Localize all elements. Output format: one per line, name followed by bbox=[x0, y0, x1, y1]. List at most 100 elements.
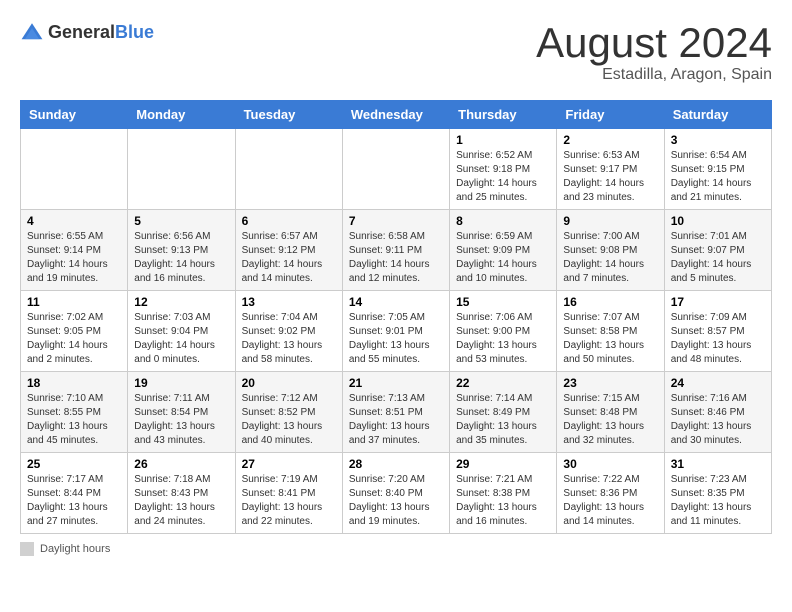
day-info: Sunrise: 6:56 AM Sunset: 9:13 PM Dayligh… bbox=[134, 230, 228, 286]
day-cell bbox=[21, 129, 128, 210]
day-number: 4 bbox=[27, 214, 121, 228]
day-info: Sunrise: 6:58 AM Sunset: 9:11 PM Dayligh… bbox=[349, 230, 443, 286]
day-number: 24 bbox=[671, 376, 765, 390]
day-number: 3 bbox=[671, 133, 765, 147]
day-number: 10 bbox=[671, 214, 765, 228]
day-info: Sunrise: 7:18 AM Sunset: 8:43 PM Dayligh… bbox=[134, 473, 228, 529]
sub-title: Estadilla, Aragon, Spain bbox=[536, 66, 772, 84]
day-cell: 31Sunrise: 7:23 AM Sunset: 8:35 PM Dayli… bbox=[664, 453, 771, 534]
day-info: Sunrise: 7:03 AM Sunset: 9:04 PM Dayligh… bbox=[134, 311, 228, 367]
day-cell: 8Sunrise: 6:59 AM Sunset: 9:09 PM Daylig… bbox=[450, 210, 557, 291]
day-cell: 26 Sunrise: 7:18 AM Sunset: 8:43 PM Dayli… bbox=[128, 453, 235, 534]
day-info: Sunrise: 7:13 AM Sunset: 8:51 PM Dayligh… bbox=[349, 392, 443, 448]
day-cell: 7 Sunrise: 6:58 AM Sunset: 9:11 PM Daylig… bbox=[342, 210, 449, 291]
day-info: Sunrise: 7:12 AM Sunset: 8:52 PM Dayligh… bbox=[242, 392, 336, 448]
week-row-4: 18 Sunrise: 7:10 AM Sunset: 8:55 PM Dayli… bbox=[21, 372, 772, 453]
day-number: 29 bbox=[456, 457, 550, 471]
day-info: Sunrise: 7:16 AM Sunset: 8:46 PM Dayligh… bbox=[671, 392, 765, 448]
header-day-friday: Friday bbox=[557, 101, 664, 129]
day-info: Sunrise: 7:10 AM Sunset: 8:55 PM Dayligh… bbox=[27, 392, 121, 448]
day-cell: 9 Sunrise: 7:00 AM Sunset: 9:08 PM Daylig… bbox=[557, 210, 664, 291]
header: GeneralBlue August 2024 Estadilla, Arago… bbox=[20, 20, 772, 84]
day-number: 18 bbox=[27, 376, 121, 390]
day-cell: 24 Sunrise: 7:16 AM Sunset: 8:46 PM Dayli… bbox=[664, 372, 771, 453]
footer-note: Daylight hours bbox=[20, 542, 772, 556]
day-info: Sunrise: 7:21 AM Sunset: 8:38 PM Dayligh… bbox=[456, 473, 550, 529]
day-cell bbox=[235, 129, 342, 210]
week-row-5: 25 Sunrise: 7:17 AM Sunset: 8:44 PM Dayli… bbox=[21, 453, 772, 534]
day-cell: 13 Sunrise: 7:04 AM Sunset: 9:02 PM Dayli… bbox=[235, 291, 342, 372]
day-info: Sunrise: 7:01 AM Sunset: 9:07 PM Dayligh… bbox=[671, 230, 765, 286]
day-number: 13 bbox=[242, 295, 336, 309]
day-info: Sunrise: 7:17 AM Sunset: 8:44 PM Dayligh… bbox=[27, 473, 121, 529]
day-info: Sunrise: 7:19 AM Sunset: 8:41 PM Dayligh… bbox=[242, 473, 336, 529]
header-day-sunday: Sunday bbox=[21, 101, 128, 129]
day-cell: 19 Sunrise: 7:11 AM Sunset: 8:54 PM Dayli… bbox=[128, 372, 235, 453]
day-info: Sunrise: 6:55 AM Sunset: 9:14 PM Dayligh… bbox=[27, 230, 121, 286]
day-number: 21 bbox=[349, 376, 443, 390]
day-info: Sunrise: 7:15 AM Sunset: 8:48 PM Dayligh… bbox=[563, 392, 657, 448]
day-cell: 18 Sunrise: 7:10 AM Sunset: 8:55 PM Dayli… bbox=[21, 372, 128, 453]
day-number: 14 bbox=[349, 295, 443, 309]
day-number: 22 bbox=[456, 376, 550, 390]
day-cell bbox=[128, 129, 235, 210]
header-day-thursday: Thursday bbox=[450, 101, 557, 129]
day-info: Sunrise: 7:22 AM Sunset: 8:36 PM Dayligh… bbox=[563, 473, 657, 529]
header-day-saturday: Saturday bbox=[664, 101, 771, 129]
day-number: 15 bbox=[456, 295, 550, 309]
calendar-table: SundayMondayTuesdayWednesdayThursdayFrid… bbox=[20, 100, 772, 534]
day-number: 2 bbox=[563, 133, 657, 147]
legend-label: Daylight hours bbox=[40, 543, 110, 555]
day-cell: 4 Sunrise: 6:55 AM Sunset: 9:14 PM Daylig… bbox=[21, 210, 128, 291]
header-day-wednesday: Wednesday bbox=[342, 101, 449, 129]
day-info: Sunrise: 6:54 AM Sunset: 9:15 PM Dayligh… bbox=[671, 149, 765, 205]
day-number: 5 bbox=[134, 214, 228, 228]
day-number: 6 bbox=[242, 214, 336, 228]
day-info: Sunrise: 7:11 AM Sunset: 8:54 PM Dayligh… bbox=[134, 392, 228, 448]
day-info: Sunrise: 7:00 AM Sunset: 9:08 PM Dayligh… bbox=[563, 230, 657, 286]
day-number: 16 bbox=[563, 295, 657, 309]
week-row-3: 11 Sunrise: 7:02 AM Sunset: 9:05 PM Dayli… bbox=[21, 291, 772, 372]
day-number: 11 bbox=[27, 295, 121, 309]
title-area: August 2024 Estadilla, Aragon, Spain bbox=[536, 20, 772, 84]
day-cell: 22 Sunrise: 7:14 AM Sunset: 8:49 PM Dayli… bbox=[450, 372, 557, 453]
day-number: 26 bbox=[134, 457, 228, 471]
header-day-monday: Monday bbox=[128, 101, 235, 129]
main-title: August 2024 bbox=[536, 20, 772, 66]
day-info: Sunrise: 6:59 AM Sunset: 9:09 PM Dayligh… bbox=[456, 230, 550, 286]
day-cell: 20Sunrise: 7:12 AM Sunset: 8:52 PM Dayli… bbox=[235, 372, 342, 453]
day-number: 31 bbox=[671, 457, 765, 471]
day-cell: 25 Sunrise: 7:17 AM Sunset: 8:44 PM Dayli… bbox=[21, 453, 128, 534]
header-row: SundayMondayTuesdayWednesdayThursdayFrid… bbox=[21, 101, 772, 129]
day-number: 25 bbox=[27, 457, 121, 471]
logo-text-general: General bbox=[48, 22, 115, 42]
day-cell: 12Sunrise: 7:03 AM Sunset: 9:04 PM Dayli… bbox=[128, 291, 235, 372]
day-info: Sunrise: 6:52 AM Sunset: 9:18 PM Dayligh… bbox=[456, 149, 550, 205]
day-cell: 15Sunrise: 7:06 AM Sunset: 9:00 PM Dayli… bbox=[450, 291, 557, 372]
day-cell bbox=[342, 129, 449, 210]
day-info: Sunrise: 7:20 AM Sunset: 8:40 PM Dayligh… bbox=[349, 473, 443, 529]
day-number: 30 bbox=[563, 457, 657, 471]
day-cell: 1Sunrise: 6:52 AM Sunset: 9:18 PM Daylig… bbox=[450, 129, 557, 210]
day-cell: 6 Sunrise: 6:57 AM Sunset: 9:12 PM Daylig… bbox=[235, 210, 342, 291]
day-cell: 21 Sunrise: 7:13 AM Sunset: 8:51 PM Dayli… bbox=[342, 372, 449, 453]
day-info: Sunrise: 7:14 AM Sunset: 8:49 PM Dayligh… bbox=[456, 392, 550, 448]
day-cell: 14Sunrise: 7:05 AM Sunset: 9:01 PM Dayli… bbox=[342, 291, 449, 372]
day-cell: 2 Sunrise: 6:53 AM Sunset: 9:17 PM Daylig… bbox=[557, 129, 664, 210]
logo-icon bbox=[20, 20, 44, 44]
day-info: Sunrise: 7:09 AM Sunset: 8:57 PM Dayligh… bbox=[671, 311, 765, 367]
day-number: 7 bbox=[349, 214, 443, 228]
day-number: 19 bbox=[134, 376, 228, 390]
header-day-tuesday: Tuesday bbox=[235, 101, 342, 129]
day-cell: 29 Sunrise: 7:21 AM Sunset: 8:38 PM Dayli… bbox=[450, 453, 557, 534]
day-info: Sunrise: 6:57 AM Sunset: 9:12 PM Dayligh… bbox=[242, 230, 336, 286]
day-cell: 27Sunrise: 7:19 AM Sunset: 8:41 PM Dayli… bbox=[235, 453, 342, 534]
day-info: Sunrise: 7:02 AM Sunset: 9:05 PM Dayligh… bbox=[27, 311, 121, 367]
day-info: Sunrise: 7:07 AM Sunset: 8:58 PM Dayligh… bbox=[563, 311, 657, 367]
day-cell: 23Sunrise: 7:15 AM Sunset: 8:48 PM Dayli… bbox=[557, 372, 664, 453]
day-info: Sunrise: 6:53 AM Sunset: 9:17 PM Dayligh… bbox=[563, 149, 657, 205]
calendar-header: SundayMondayTuesdayWednesdayThursdayFrid… bbox=[21, 101, 772, 129]
day-info: Sunrise: 7:04 AM Sunset: 9:02 PM Dayligh… bbox=[242, 311, 336, 367]
day-cell: 5 Sunrise: 6:56 AM Sunset: 9:13 PM Daylig… bbox=[128, 210, 235, 291]
day-number: 9 bbox=[563, 214, 657, 228]
